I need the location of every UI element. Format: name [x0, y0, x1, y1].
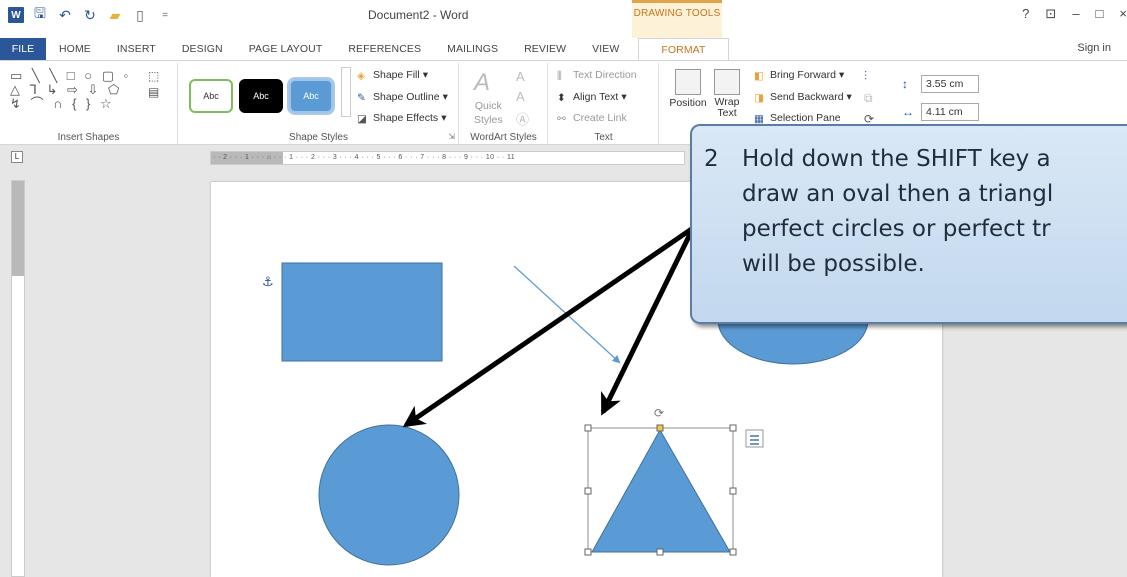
callout-line-2: draw an oval then a triangl — [742, 181, 1054, 207]
anchor-icon: ⚓ — [262, 274, 274, 289]
rotate-handle-icon[interactable]: ⟳ — [654, 406, 664, 420]
callout-line-4: will be possible. — [742, 251, 925, 277]
callout-pointer-arrow-triangle — [600, 226, 696, 416]
instruction-callout-text: 2 Hold down the SHIFT key a draw an oval … — [704, 142, 1124, 282]
triangle-shape[interactable] — [591, 428, 731, 553]
step-number: 2 — [704, 146, 719, 172]
circle-shape[interactable] — [318, 424, 460, 566]
callout-pointer-arrow-circle — [402, 225, 695, 428]
callout-line-1: Hold down the SHIFT key a — [742, 146, 1051, 172]
callout-line-3: perfect circles or perfect tr — [742, 216, 1051, 242]
rectangle-shape[interactable] — [281, 262, 443, 362]
